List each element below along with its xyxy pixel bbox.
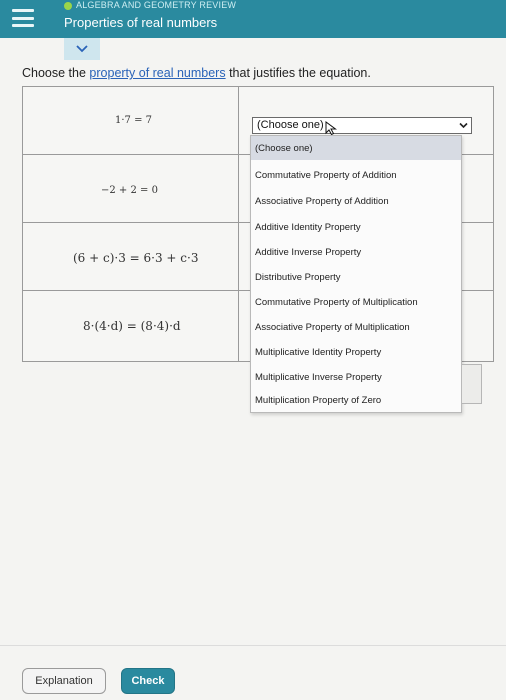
partial-answer-box: [462, 364, 482, 404]
property-dropdown-list: (Choose one) Commutative Property of Add…: [250, 135, 462, 413]
option-commutative-addition[interactable]: Commutative Property of Addition: [251, 163, 461, 187]
option-distributive[interactable]: Distributive Property: [251, 265, 461, 289]
option-commutative-multiplication[interactable]: Commutative Property of Multiplication: [251, 290, 461, 314]
option-additive-identity[interactable]: Additive Identity Property: [251, 215, 461, 239]
option-choose-one[interactable]: (Choose one): [251, 136, 461, 160]
equation-row-1: 1·7 = 7: [23, 87, 238, 155]
instruction-text-start: Choose the: [22, 66, 90, 80]
instruction-text-end: that justifies the equation.: [225, 66, 371, 80]
select-arrow-icon: [459, 122, 468, 129]
check-button[interactable]: Check: [121, 668, 175, 694]
question-instruction: Choose the property of real numbers that…: [22, 66, 371, 80]
equation-row-4: 8·(4·d) = (8·4)·d: [23, 291, 238, 361]
option-multiplicative-inverse[interactable]: Multiplicative Inverse Property: [251, 365, 461, 389]
explanation-button[interactable]: Explanation: [22, 668, 106, 694]
top-bar: ALGEBRA AND GEOMETRY REVIEW Properties o…: [0, 0, 506, 38]
menu-icon[interactable]: [12, 6, 34, 30]
option-multiplication-zero[interactable]: Multiplication Property of Zero: [251, 388, 461, 412]
collapse-tab[interactable]: [64, 38, 100, 60]
equation-2: −2 + 2 = 0: [101, 185, 158, 196]
option-additive-inverse[interactable]: Additive Inverse Property: [251, 240, 461, 264]
option-associative-addition[interactable]: Associative Property of Addition: [251, 189, 461, 213]
property-link[interactable]: property of real numbers: [89, 66, 225, 80]
chevron-down-icon: [76, 45, 88, 53]
mouse-pointer-icon: [325, 121, 337, 135]
section-status-dot: [64, 2, 72, 10]
option-associative-multiplication[interactable]: Associative Property of Multiplication: [251, 315, 461, 339]
equation-3: (6 + c)·3 = 6·3 + c·3: [73, 251, 199, 265]
property-select[interactable]: (Choose one): [252, 117, 472, 134]
topic-title: Properties of real numbers: [64, 15, 218, 30]
section-title: ALGEBRA AND GEOMETRY REVIEW: [76, 0, 237, 10]
equation-1: 1·7 = 7: [115, 115, 153, 126]
select-value: (Choose one): [257, 119, 324, 131]
equation-4: 8·(4·d) = (8·4)·d: [83, 319, 181, 333]
option-multiplicative-identity[interactable]: Multiplicative Identity Property: [251, 340, 461, 364]
equation-row-2: −2 + 2 = 0: [23, 155, 238, 223]
equation-row-3: (6 + c)·3 = 6·3 + c·3: [23, 223, 238, 291]
footer-divider: [0, 645, 506, 646]
